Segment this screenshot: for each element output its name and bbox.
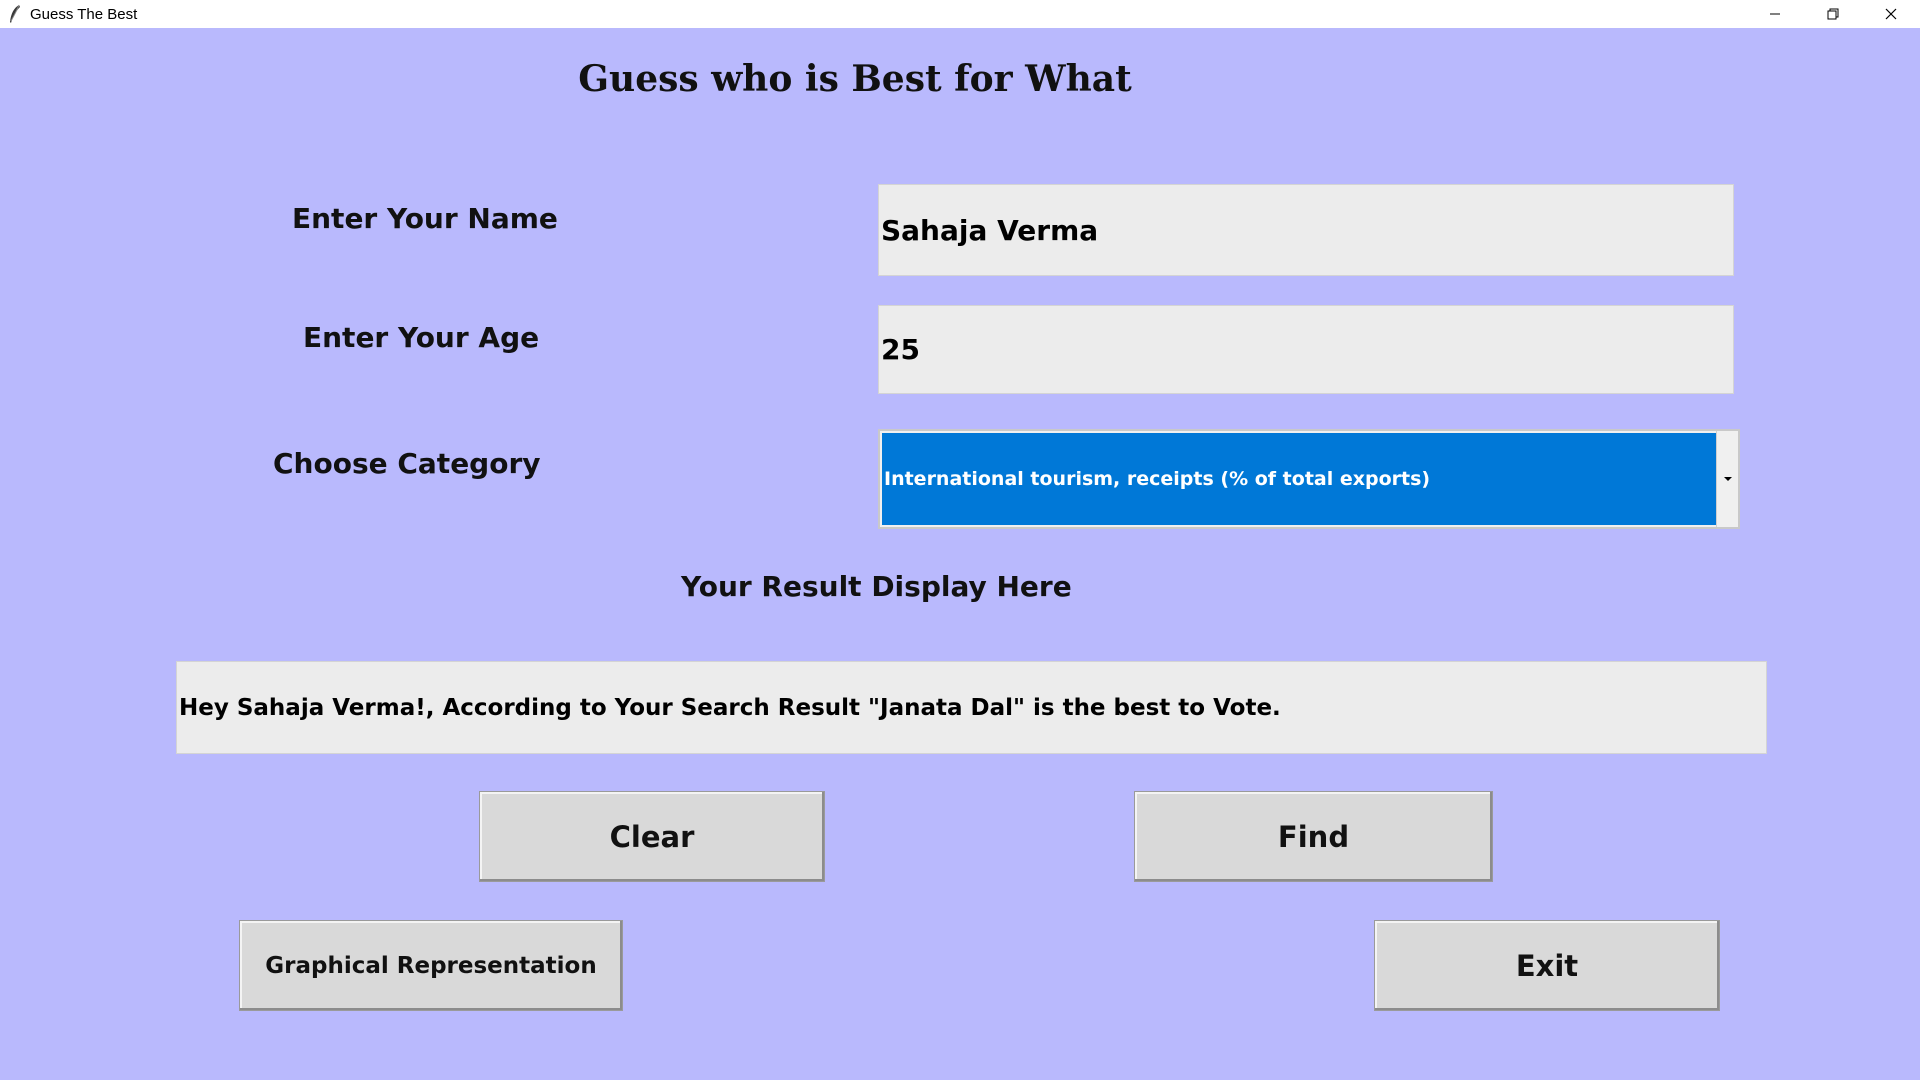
- category-label: Choose Category: [273, 447, 541, 480]
- result-field[interactable]: Hey Sahaja Verma!, According to Your Sea…: [176, 661, 1767, 754]
- graphical-representation-button[interactable]: Graphical Representation: [239, 920, 623, 1011]
- window-titlebar: Guess The Best: [0, 0, 1920, 28]
- category-combobox[interactable]: International tourism, receipts (% of to…: [878, 429, 1740, 529]
- window-title: Guess The Best: [30, 5, 138, 23]
- category-selected-value[interactable]: International tourism, receipts (% of to…: [882, 433, 1716, 525]
- feather-icon: [4, 3, 26, 25]
- age-label: Enter Your Age: [303, 321, 540, 354]
- age-input[interactable]: 25: [878, 305, 1734, 394]
- find-button[interactable]: Find: [1134, 791, 1493, 882]
- chevron-down-icon[interactable]: [1716, 431, 1738, 527]
- name-input[interactable]: Sahaja Verma: [878, 184, 1734, 276]
- result-label: Your Result Display Here: [681, 570, 1072, 603]
- clear-button[interactable]: Clear: [479, 791, 825, 882]
- restore-icon[interactable]: [1804, 0, 1862, 28]
- name-label: Enter Your Name: [292, 202, 558, 235]
- window-controls: [1746, 0, 1920, 28]
- minimize-icon[interactable]: [1746, 0, 1804, 28]
- exit-button[interactable]: Exit: [1374, 920, 1720, 1011]
- page-title: Guess who is Best for What: [578, 58, 1132, 100]
- close-icon[interactable]: [1862, 0, 1920, 28]
